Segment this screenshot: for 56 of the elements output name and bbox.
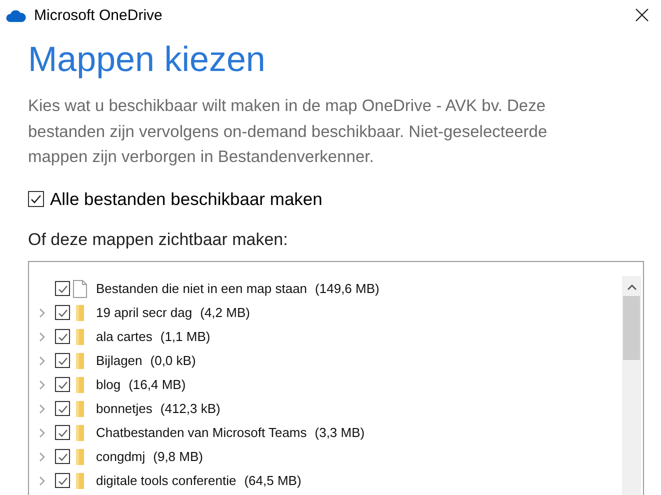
item-size: (4,2 MB) bbox=[200, 305, 250, 320]
checkbox[interactable] bbox=[55, 377, 70, 392]
checkbox[interactable] bbox=[55, 353, 70, 368]
checkbox[interactable] bbox=[55, 401, 70, 416]
chevron-icon[interactable] bbox=[39, 404, 45, 414]
check-icon bbox=[30, 193, 42, 205]
item-size: (64,5 MB) bbox=[244, 473, 302, 488]
chevron-icon[interactable] bbox=[39, 308, 45, 318]
item-size: (1,1 MB) bbox=[160, 329, 210, 344]
checkbox[interactable] bbox=[55, 305, 70, 320]
list-label: Of deze mappen zichtbaar maken: bbox=[28, 230, 289, 250]
window-title: Microsoft OneDrive bbox=[34, 6, 162, 24]
checkbox[interactable] bbox=[55, 473, 70, 488]
chevron-icon[interactable] bbox=[39, 380, 45, 390]
scrollbar[interactable] bbox=[622, 276, 641, 495]
cloud-icon bbox=[6, 8, 26, 22]
item-size: (412,3 kB) bbox=[160, 401, 220, 416]
checkbox[interactable] bbox=[28, 191, 44, 207]
folder-icon bbox=[73, 472, 87, 490]
item-label: Bestanden die niet in een map staan bbox=[96, 281, 308, 296]
item-label: Bijlagen bbox=[96, 353, 142, 368]
item-label: Chatbestanden van Microsoft Teams bbox=[96, 425, 307, 440]
checkbox[interactable] bbox=[55, 449, 70, 464]
item-size: (3,3 MB) bbox=[314, 425, 365, 440]
description-text: Kies wat u beschikbaar wilt maken in de map OneDrive - AVK bv. Deze bestanden zijn vervolgens on-demand beschikbaar. Niet-geselecteerde mappen zijn verborgen in Bestandenverkenner. bbox=[28, 96, 548, 168]
scroll-up-icon[interactable] bbox=[626, 284, 636, 290]
item-label: digitale tools conferentie bbox=[96, 473, 236, 488]
file-icon bbox=[73, 280, 87, 298]
item-label: 19 april secr dag bbox=[96, 305, 192, 320]
item-size: (149,6 MB) bbox=[315, 281, 380, 296]
page-heading: Mappen kiezen bbox=[28, 39, 266, 81]
checkbox-label: Alle bestanden beschikbaar maken bbox=[50, 188, 322, 210]
item-label: blog bbox=[96, 377, 121, 392]
item-size: (0,0 kB) bbox=[150, 353, 196, 368]
folder-icon bbox=[73, 400, 87, 418]
chevron-icon[interactable] bbox=[39, 332, 45, 342]
chevron-icon[interactable] bbox=[39, 452, 45, 462]
chevron-icon[interactable] bbox=[39, 428, 45, 438]
chevron-icon[interactable] bbox=[39, 356, 45, 366]
item-label: ala cartes bbox=[96, 329, 152, 344]
chevron-icon[interactable] bbox=[39, 476, 45, 486]
checkbox[interactable] bbox=[55, 281, 70, 296]
folder-icon bbox=[73, 424, 87, 442]
folder-icon bbox=[73, 328, 87, 346]
item-size: (16,4 MB) bbox=[128, 377, 186, 392]
folder-icon bbox=[73, 304, 87, 322]
item-label: congdmj bbox=[96, 449, 146, 464]
close-icon bbox=[635, 8, 649, 22]
checkbox[interactable] bbox=[55, 425, 70, 440]
folder-icon bbox=[73, 448, 87, 466]
item-label: bonnetjes bbox=[96, 401, 152, 416]
folder-icon bbox=[73, 376, 87, 394]
scroll-thumb[interactable] bbox=[623, 296, 640, 360]
checkbox[interactable] bbox=[55, 329, 70, 344]
item-size: (9,8 MB) bbox=[153, 449, 203, 464]
folder-icon bbox=[73, 352, 87, 370]
